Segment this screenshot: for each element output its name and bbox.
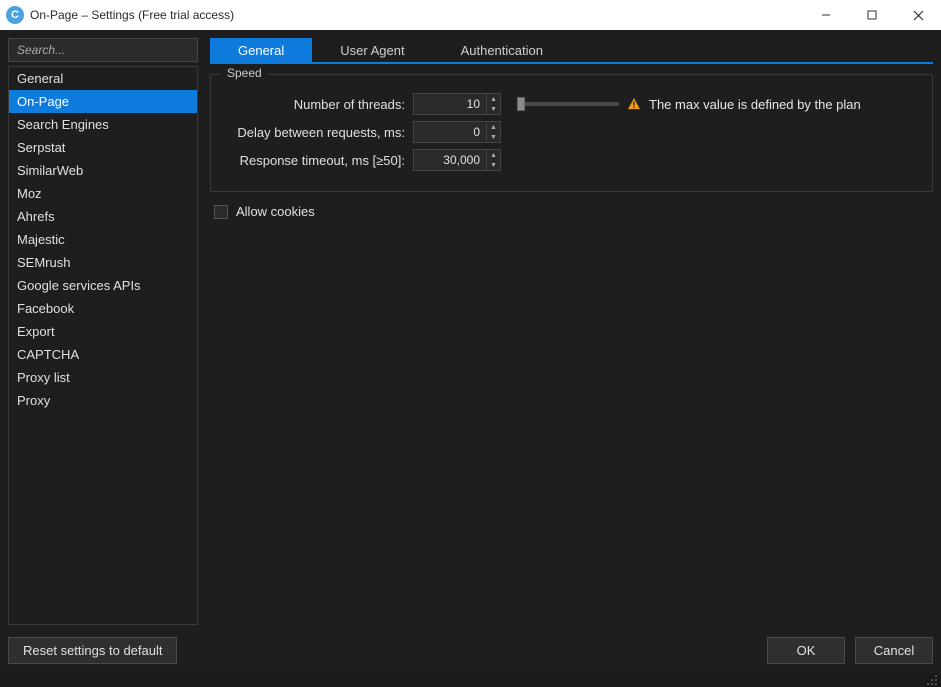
nav-list: GeneralOn-PageSearch EnginesSerpstatSimi…	[8, 66, 198, 625]
delay-input[interactable]: 0 ▲▼	[413, 121, 501, 143]
sidebar-item-majestic[interactable]: Majestic	[9, 228, 197, 251]
sidebar-item-captcha[interactable]: CAPTCHA	[9, 343, 197, 366]
sidebar-item-facebook[interactable]: Facebook	[9, 297, 197, 320]
allow-cookies-checkbox[interactable]	[214, 205, 228, 219]
sidebar-item-google-services-apis[interactable]: Google services APIs	[9, 274, 197, 297]
maximize-button[interactable]	[849, 0, 895, 30]
sidebar-item-search-engines[interactable]: Search Engines	[9, 113, 197, 136]
delay-label: Delay between requests, ms:	[225, 125, 405, 140]
allow-cookies-label[interactable]: Allow cookies	[236, 204, 315, 219]
footer: Reset settings to default OK Cancel	[0, 633, 941, 673]
sidebar: Search... GeneralOn-PageSearch EnginesSe…	[8, 38, 198, 625]
delay-value: 0	[414, 122, 486, 142]
spin-arrows[interactable]: ▲▼	[486, 94, 500, 114]
ok-button[interactable]: OK	[767, 637, 845, 664]
spin-arrows[interactable]: ▲▼	[486, 150, 500, 170]
sidebar-item-ahrefs[interactable]: Ahrefs	[9, 205, 197, 228]
resize-grip-icon[interactable]	[925, 673, 939, 687]
statusbar	[0, 673, 941, 687]
sidebar-item-proxy-list[interactable]: Proxy list	[9, 366, 197, 389]
reset-button[interactable]: Reset settings to default	[8, 637, 177, 664]
sidebar-item-serpstat[interactable]: Serpstat	[9, 136, 197, 159]
search-placeholder: Search...	[17, 43, 65, 57]
sidebar-item-export[interactable]: Export	[9, 320, 197, 343]
minimize-button[interactable]	[803, 0, 849, 30]
titlebar: C On-Page – Settings (Free trial access)	[0, 0, 941, 30]
close-button[interactable]	[895, 0, 941, 30]
speed-legend: Speed	[221, 66, 268, 80]
tab-general[interactable]: General	[210, 38, 312, 62]
slider-thumb[interactable]	[517, 97, 525, 111]
threads-slider[interactable]	[519, 102, 619, 106]
sidebar-item-on-page[interactable]: On-Page	[9, 90, 197, 113]
sidebar-item-similarweb[interactable]: SimilarWeb	[9, 159, 197, 182]
timeout-input[interactable]: 30,000 ▲▼	[413, 149, 501, 171]
warning-icon	[627, 97, 641, 111]
settings-pane: GeneralUser AgentAuthentication Speed Nu…	[210, 38, 933, 625]
sidebar-item-proxy[interactable]: Proxy	[9, 389, 197, 412]
tab-authentication[interactable]: Authentication	[433, 38, 571, 62]
threads-value: 10	[414, 94, 486, 114]
sidebar-item-semrush[interactable]: SEMrush	[9, 251, 197, 274]
sidebar-item-general[interactable]: General	[9, 67, 197, 90]
threads-label: Number of threads:	[225, 97, 405, 112]
timeout-label: Response timeout, ms [≥50]:	[225, 153, 405, 168]
window-controls	[803, 0, 941, 30]
window-title: On-Page – Settings (Free trial access)	[30, 8, 234, 22]
sidebar-item-moz[interactable]: Moz	[9, 182, 197, 205]
spin-arrows[interactable]: ▲▼	[486, 122, 500, 142]
tab-user-agent[interactable]: User Agent	[312, 38, 432, 62]
tabbar: GeneralUser AgentAuthentication	[210, 38, 933, 64]
timeout-value: 30,000	[414, 150, 486, 170]
cancel-button[interactable]: Cancel	[855, 637, 933, 664]
speed-group: Speed Number of threads: 10 ▲▼	[210, 74, 933, 192]
app-icon: C	[6, 6, 24, 24]
search-input[interactable]: Search...	[8, 38, 198, 62]
warning-text: The max value is defined by the plan	[649, 97, 861, 112]
threads-input[interactable]: 10 ▲▼	[413, 93, 501, 115]
